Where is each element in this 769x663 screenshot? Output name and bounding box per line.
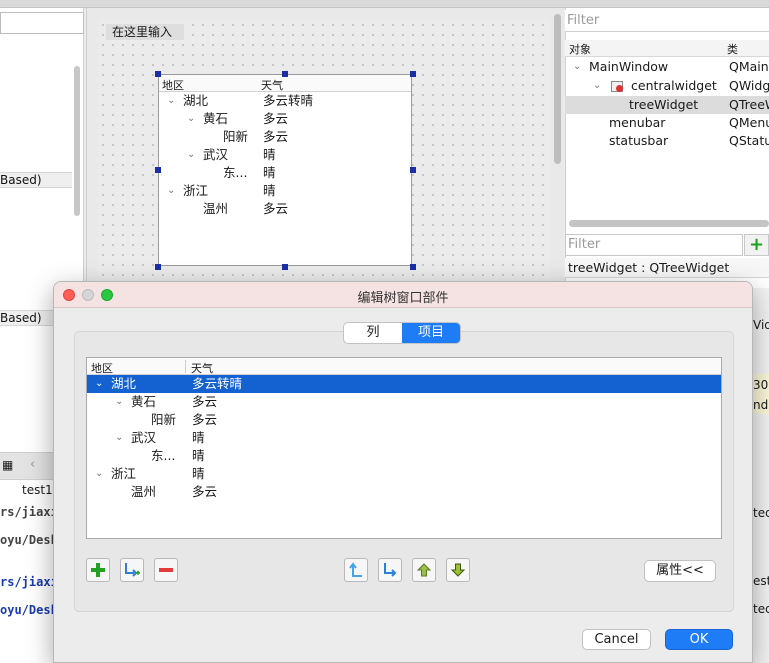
tree-row[interactable]: 温州 多云 <box>87 483 721 501</box>
layout-broken-icon <box>611 81 623 92</box>
resize-handle[interactable] <box>282 71 288 77</box>
resize-handle[interactable] <box>410 71 416 77</box>
object-inspector-scrollbar[interactable] <box>569 220 769 227</box>
new-subitem-icon <box>125 563 140 577</box>
output-line: rs/jiaxi <box>0 575 58 589</box>
output-toolbar: ▦ ‹ <box>0 452 54 480</box>
resize-handle[interactable] <box>155 167 161 173</box>
object-row[interactable]: ⌄MainWindowQMainW <box>565 58 769 76</box>
header-object: 对象 <box>569 43 591 56</box>
property-filter-input[interactable]: Filter <box>565 234 743 256</box>
new-item-button[interactable] <box>86 558 110 582</box>
chevron-down-icon: ⌄ <box>573 61 582 72</box>
canvas-scrollbar[interactable] <box>554 14 561 164</box>
chevron-down-icon[interactable]: ⌄ <box>115 393 123 411</box>
chevron-down-icon: ⌄ <box>167 95 176 106</box>
dialog-titlebar[interactable]: 编辑树窗口部件 <box>54 282 752 308</box>
tree-row: ⌄ 黄石 多云 <box>187 111 289 126</box>
minus-icon <box>159 568 173 572</box>
resize-handle[interactable] <box>410 264 416 270</box>
header-weather[interactable]: 天气 <box>191 360 213 376</box>
move-item-right-button[interactable] <box>378 558 402 582</box>
items-tree-header: 地区 天气 <box>87 358 721 375</box>
header-class: 类 <box>727 43 738 56</box>
preview-tree-widget[interactable]: 地区 天气 ⌄ 湖北 多云转晴 ⌄ 黄石 多云 阳新 多云 ⌄ 武汉晴 东... 晴 ⌄ 浙江晴… <box>158 74 412 266</box>
move-right-icon <box>384 563 397 577</box>
move-item-down-button[interactable] <box>446 558 470 582</box>
ok-button[interactable]: OK <box>665 629 733 650</box>
tree-row: 温州 多云 <box>203 201 289 216</box>
object-row-selected[interactable]: treeWidgetQTreeW <box>565 96 769 114</box>
header-divider <box>185 360 186 373</box>
preview-header-region: 地区 <box>162 79 184 92</box>
move-left-icon <box>349 562 362 577</box>
chevron-down-icon[interactable]: ⌄ <box>95 465 103 483</box>
tree-row[interactable]: 阳新 多云 <box>87 411 721 429</box>
widget-filter-input[interactable] <box>0 12 84 34</box>
new-subitem-button[interactable] <box>120 558 144 582</box>
output-line: rs/jiaxi <box>0 505 58 519</box>
tree-row: 东... 晴 <box>223 165 276 180</box>
object-row[interactable]: menubar QMenu <box>565 114 769 132</box>
move-item-left-button[interactable] <box>344 558 368 582</box>
widget-category-strip[interactable]: Based) <box>0 172 72 188</box>
property-editor-panel: Vid 30) nd ted est ted <box>753 288 769 663</box>
tree-row-selected[interactable]: ⌄ 湖北 多云转晴 <box>87 375 721 393</box>
chevron-down-icon: ⌄ <box>167 185 176 196</box>
chevron-down-icon[interactable]: ⌄ <box>95 375 103 393</box>
chevron-down-icon: ⌄ <box>187 149 196 160</box>
output-line: oyu/Desk <box>0 603 58 617</box>
tree-row[interactable]: ⌄ 浙江晴 <box>87 465 721 483</box>
plus-icon <box>91 563 105 577</box>
resize-handle[interactable] <box>410 167 416 173</box>
properties-toggle-button[interactable]: 属性<< <box>644 560 716 582</box>
object-row[interactable]: statusbar QStatu <box>565 132 769 150</box>
plus-icon: + <box>748 234 765 255</box>
preview-tree-header: 地区 天气 <box>159 75 411 92</box>
resize-handle[interactable] <box>155 264 161 270</box>
output-line: oyu/Desk <box>0 533 58 547</box>
header-region[interactable]: 地区 <box>91 360 113 376</box>
resize-handle[interactable] <box>282 264 288 270</box>
property-editor-current: treeWidget : QTreeWidget <box>565 258 769 278</box>
tab-columns[interactable]: 列 <box>344 323 402 343</box>
menu-placeholder[interactable]: 在这里输入 <box>106 24 184 40</box>
tree-row[interactable]: ⌄ 黄石 多云 <box>87 393 721 411</box>
tab-items[interactable]: 项目 <box>402 323 460 343</box>
chevron-down-icon[interactable]: ⌄ <box>115 429 123 447</box>
tree-row[interactable]: 东... 晴 <box>87 447 721 465</box>
object-inspector-header: 对象 类 <box>565 40 769 57</box>
preview-header-weather: 天气 <box>261 79 283 92</box>
chevron-down-icon: ⌄ <box>593 80 602 91</box>
add-dynamic-property-button[interactable]: + <box>744 234 769 256</box>
resize-handle[interactable] <box>155 71 161 77</box>
tree-row: ⌄ 武汉晴 <box>187 147 276 162</box>
object-filter-input[interactable]: Filter <box>565 10 769 32</box>
tree-row[interactable]: ⌄ 武汉晴 <box>87 429 721 447</box>
delete-item-button[interactable] <box>154 558 178 582</box>
tree-row: ⌄ 浙江晴 <box>167 183 276 198</box>
cancel-button[interactable]: Cancel <box>582 629 651 650</box>
arrow-down-icon <box>450 563 466 577</box>
items-tree[interactable]: 地区 天气 ⌄ 湖北 多云转晴 ⌄ 黄石 多云 阳新 多云 ⌄ 武汉晴 东... 晴 ⌄ 浙江晴… <box>86 357 722 539</box>
edit-tree-widget-dialog: 编辑树窗口部件 列 项目 地区 天气 ⌄ 湖北 多云转晴 ⌄ 黄石 多云 阳新 多云 ⌄ 武… <box>53 281 753 663</box>
build-icon[interactable]: ▦ <box>2 458 13 472</box>
chevron-left-icon[interactable]: ‹ <box>30 457 35 472</box>
widget-box-scrollbar[interactable] <box>74 66 80 216</box>
move-item-up-button[interactable] <box>412 558 436 582</box>
arrow-up-icon <box>416 563 432 577</box>
tree-row: 阳新 多云 <box>223 129 289 144</box>
dialog-tab-bar: 列 项目 <box>343 322 461 344</box>
tree-row: ⌄ 湖北 多云转晴 <box>167 93 314 108</box>
designer-toolbar <box>0 0 769 8</box>
chevron-down-icon: ⌄ <box>187 113 196 124</box>
dialog-title: 编辑树窗口部件 <box>357 291 449 306</box>
object-row[interactable]: ⌄ centralwidget QWidg <box>565 77 769 95</box>
